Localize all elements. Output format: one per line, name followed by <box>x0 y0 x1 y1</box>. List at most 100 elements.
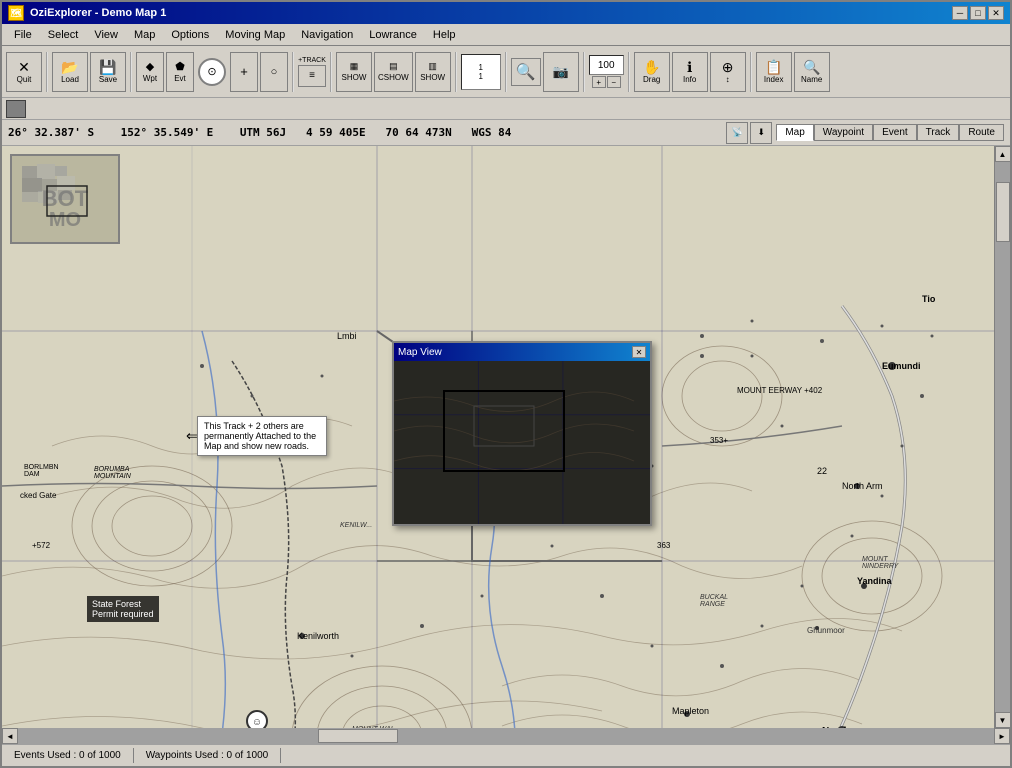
menu-moving-map[interactable]: Moving Map <box>217 27 293 43</box>
label-22: 22 <box>817 466 827 476</box>
track-btn[interactable]: ≡ <box>298 65 326 87</box>
quit-label: Quit <box>17 75 32 84</box>
name-button[interactable]: 🔍 Name <box>794 52 830 92</box>
menu-select[interactable]: Select <box>40 27 87 43</box>
lon-display: 152° 35.549' E <box>121 126 214 139</box>
state-forest-text: State ForestPermit required <box>92 599 154 619</box>
zoom-controls: + − <box>589 55 624 88</box>
main-window: 🗺 OziExplorer - Demo Map 1 ─ □ ✕ File Se… <box>0 0 1012 768</box>
label-yandina: Yandina <box>857 576 892 586</box>
menu-bar: File Select View Map Options Moving Map … <box>2 24 1010 46</box>
zoom-out-button[interactable]: − <box>607 76 621 88</box>
vertical-scrollbar[interactable]: ▲ ▼ <box>994 146 1010 728</box>
show-btn2[interactable]: ▤ CSHOW <box>374 52 413 92</box>
load-icon: 📂 <box>61 60 78 74</box>
gps-status-icon[interactable]: 📡 <box>726 122 748 144</box>
svg-text:☺: ☺ <box>252 717 262 728</box>
menu-file[interactable]: File <box>6 27 40 43</box>
close-button[interactable]: ✕ <box>988 6 1004 20</box>
label-mount-wal: MOUNT WAL... <box>352 726 400 728</box>
label-353: 353+ <box>710 436 728 445</box>
tb-sep-4 <box>330 52 332 92</box>
add-button[interactable]: + <box>230 52 258 92</box>
bottom-area: ◄ ► Events Used : 0 of 1000 Waypoints Us… <box>2 728 1010 766</box>
map-view-popup: Map View ✕ <box>392 341 652 526</box>
menu-map[interactable]: Map <box>126 27 163 43</box>
zoom-input[interactable] <box>589 55 624 75</box>
northing-display: 70 64 473N <box>386 126 452 139</box>
index-icon: 📋 <box>765 60 782 74</box>
title-bar: 🗺 OziExplorer - Demo Map 1 ─ □ ✕ <box>2 2 1010 24</box>
second-toolbar <box>2 98 1010 120</box>
coordinates-display: 26° 32.387' S 152° 35.549' E UTM 56J 4 5… <box>8 126 722 139</box>
track-controls: +TRACK ≡ <box>298 57 326 87</box>
tab-route[interactable]: Route <box>959 124 1004 141</box>
menu-navigation[interactable]: Navigation <box>293 27 361 43</box>
label-borumba: BORUMBAMOUNTAIN <box>94 466 131 480</box>
menu-view[interactable]: View <box>86 27 126 43</box>
menu-lowrance[interactable]: Lowrance <box>361 27 425 43</box>
maximize-button[interactable]: □ <box>970 6 986 20</box>
svg-text:MO: MO <box>49 209 81 231</box>
tab-event[interactable]: Event <box>873 124 917 141</box>
tb-sep-5 <box>455 52 457 92</box>
load-button[interactable]: 📂 Load <box>52 52 88 92</box>
title-controls: ─ □ ✕ <box>952 6 1004 20</box>
nav-arrows-button[interactable]: ⊕ ↕ <box>710 52 746 92</box>
tb-sep-3 <box>292 52 294 92</box>
tab-map[interactable]: Map <box>776 124 813 141</box>
label-eumundi: Eumundi <box>882 361 921 371</box>
save-icon: 💾 <box>99 60 116 74</box>
tab-waypoint[interactable]: Waypoint <box>814 124 873 141</box>
menu-help[interactable]: Help <box>425 27 464 43</box>
label-buckal: BUCKALRANGE <box>700 594 728 608</box>
map-container[interactable]: ☺ ◉ Fire Hose 1 <box>2 146 994 728</box>
label-tio: Tio <box>922 294 935 304</box>
info-button[interactable]: ℹ Info <box>672 52 708 92</box>
name-icon: 🔍 <box>803 60 820 74</box>
show-btn1[interactable]: ▦ SHOW <box>336 52 372 92</box>
tb-sep-2 <box>130 52 132 92</box>
minimap: BOT MO <box>10 154 120 244</box>
scroll-track-h[interactable] <box>18 728 994 744</box>
index-button[interactable]: 📋 Index <box>756 52 792 92</box>
scroll-left-button[interactable]: ◄ <box>2 728 18 744</box>
save-button[interactable]: 💾 Save <box>90 52 126 92</box>
show-btn3[interactable]: ▥ SHOW <box>415 52 451 92</box>
drag-button[interactable]: ✋ Drag <box>634 52 670 92</box>
tab-track[interactable]: Track <box>917 124 960 141</box>
load-label: Load <box>61 75 79 84</box>
menu-options[interactable]: Options <box>163 27 217 43</box>
info-icon: ℹ <box>687 60 692 74</box>
download-icon[interactable]: ⬇ <box>750 122 772 144</box>
scroll-thumb-h[interactable] <box>318 729 398 743</box>
search-button[interactable]: 🔍 <box>511 58 541 86</box>
bottom-status-bar: Events Used : 0 of 1000 Waypoints Used :… <box>2 744 1010 766</box>
map-view-close-button[interactable]: ✕ <box>632 346 646 358</box>
event-button[interactable]: ⬟ Evt <box>166 52 194 92</box>
waypoint-button[interactable]: ◆ Wpt <box>136 52 164 92</box>
quit-button[interactable]: ✕ Quit <box>6 52 42 92</box>
circle-button[interactable]: ○ <box>260 52 288 92</box>
scroll-right-button[interactable]: ► <box>994 728 1010 744</box>
datum-display: WGS 84 <box>472 126 512 139</box>
label-572: +572 <box>32 541 50 550</box>
quit-icon: ✕ <box>18 60 30 74</box>
scroll-up-button[interactable]: ▲ <box>995 146 1011 162</box>
scroll-thumb-v[interactable] <box>996 182 1010 242</box>
minimize-button[interactable]: ─ <box>952 6 968 20</box>
zoom-in-button[interactable]: + <box>592 76 606 88</box>
camera-button[interactable]: 📷 <box>543 52 579 92</box>
scroll-down-button[interactable]: ▼ <box>995 712 1011 728</box>
tb-sep-6 <box>505 52 507 92</box>
toolbar: ✕ Quit 📂 Load 💾 Save ◆ Wpt ⬟ Evt ⊙ + ○ <box>2 46 1010 98</box>
label-mapleton: Mapleton <box>672 706 709 716</box>
data-display: 11 <box>461 54 501 90</box>
app-icon: 🗺 <box>8 5 24 21</box>
gps-indicator: ⊙ <box>198 58 226 86</box>
map-view-content <box>394 361 650 524</box>
tb-sep-1 <box>46 52 48 92</box>
scroll-track-v[interactable] <box>995 162 1010 712</box>
tb-sep-7 <box>583 52 585 92</box>
waypoints-status: Waypoints Used : 0 of 1000 <box>134 748 281 763</box>
